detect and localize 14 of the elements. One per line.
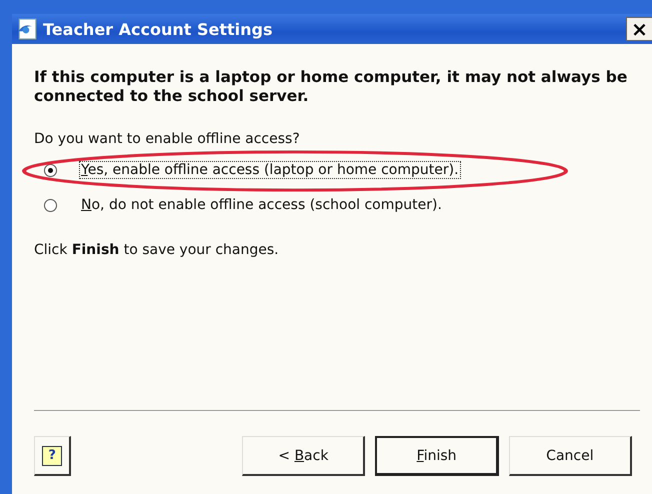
window-title: Teacher Account Settings (43, 20, 274, 38)
question-text: Do you want to enable offline access? (34, 131, 301, 147)
option-label[interactable]: No, do not enable offline access (school computer). (79, 196, 444, 214)
option-label[interactable]: Yes, enable offline access (laptop or home computer). (79, 161, 461, 179)
close-button[interactable]: × (626, 17, 652, 41)
dialog-button[interactable]: Finish (375, 436, 499, 476)
help-button[interactable]: ? (34, 436, 72, 476)
app-icon (16, 18, 38, 40)
heading-text: If this computer is a laptop or home computer, it may not always be connected to the school server. (34, 68, 628, 106)
instruction-text: Click Finish to save your changes. (34, 242, 280, 258)
radio-button[interactable] (44, 164, 57, 176)
dialog-button[interactable]: Cancel (508, 436, 632, 476)
radio-button[interactable] (44, 198, 57, 212)
dialog-button[interactable]: < Back (242, 436, 366, 476)
